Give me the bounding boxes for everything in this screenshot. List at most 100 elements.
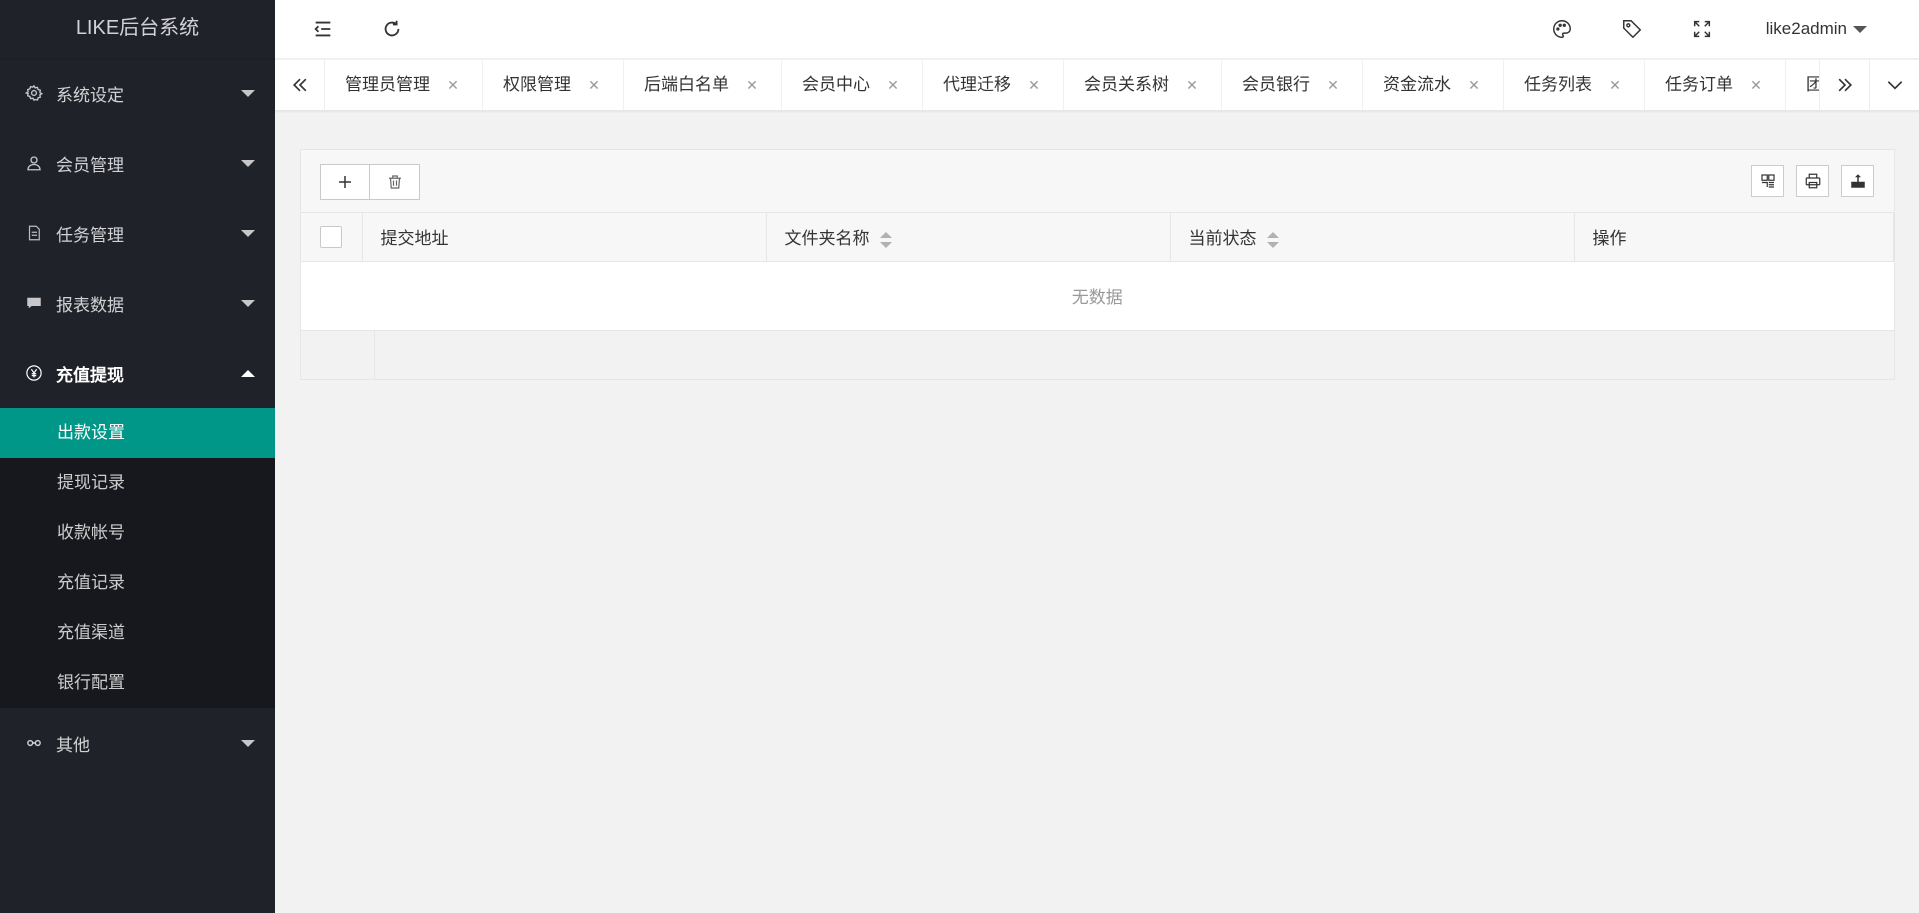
nav-item-report-data[interactable]: 报表数据 [0, 268, 275, 338]
select-all-checkbox[interactable] [320, 225, 343, 248]
tab-0[interactable]: 管理员管理 ✕ [325, 60, 483, 110]
tab-label: 会员银行 [1242, 75, 1310, 94]
export-icon [1850, 174, 1865, 188]
tab-10[interactable]: 团队 [1786, 60, 1819, 110]
sub-item-recharge-channels[interactable]: 充值渠道 [0, 608, 275, 658]
caret-down-icon [241, 300, 255, 307]
close-icon[interactable]: ✕ [1183, 60, 1201, 110]
nav-label: 报表数据 [56, 295, 124, 315]
yen-icon [24, 363, 44, 383]
print-button[interactable] [1796, 165, 1829, 197]
tab-7[interactable]: 资金流水 ✕ [1363, 60, 1504, 110]
tab-5[interactable]: 会员关系树 ✕ [1064, 60, 1222, 110]
tab-9[interactable]: 任务订单 ✕ [1645, 60, 1786, 110]
nav-group-system-settings: 系统设定 [0, 58, 275, 128]
double-chevron-left-icon [292, 78, 306, 92]
app-logo-title[interactable]: LIKE后台系统 [0, 0, 275, 58]
nav-item-system-settings[interactable]: 系统设定 [0, 58, 275, 128]
user-icon [24, 153, 44, 173]
trash-icon [388, 175, 401, 189]
sub-item-receiving-accounts[interactable]: 收款帐号 [0, 508, 275, 558]
column-header-current-status[interactable]: 当前状态 [1170, 213, 1575, 262]
tag-icon [1623, 20, 1642, 39]
close-icon[interactable]: ✕ [884, 60, 902, 110]
theme-palette-icon [1553, 20, 1571, 38]
tag-button[interactable] [1602, 0, 1662, 58]
caret-down-icon [241, 740, 255, 747]
nav-group-task-management: 任务管理 [0, 198, 275, 268]
tab-label: 代理迁移 [943, 75, 1011, 94]
caret-down-icon [241, 230, 255, 237]
close-icon[interactable]: ✕ [1606, 60, 1624, 110]
tab-label: 团队 [1806, 75, 1819, 94]
sub-item-withdraw-records[interactable]: 提现记录 [0, 458, 275, 508]
theme-button[interactable] [1532, 0, 1592, 58]
close-icon[interactable]: ✕ [444, 60, 462, 110]
menu-collapse-icon [314, 21, 331, 37]
chevron-down-icon [1887, 81, 1902, 90]
empty-state: 无数据 [301, 261, 1894, 331]
nav-label: 系统设定 [56, 85, 124, 105]
tab-1[interactable]: 权限管理 ✕ [483, 60, 624, 110]
close-icon[interactable]: ✕ [1465, 60, 1483, 110]
tab-scroll-right-button[interactable] [1819, 60, 1869, 110]
fullscreen-button[interactable] [1672, 0, 1732, 58]
fixed-column-footer [301, 330, 375, 379]
column-label: 当前状态 [1188, 229, 1257, 249]
add-button[interactable] [320, 164, 370, 200]
sort-icon[interactable] [1266, 231, 1279, 248]
tab-bar: 管理员管理 ✕ 权限管理 ✕ 后端白名单 ✕ 会员中心 ✕ 代理迁移 ✕ 会员关系树 ✕ 会员银行 ✕ 资金… [275, 60, 1919, 111]
fullscreen-icon [1693, 20, 1711, 38]
column-label: 操作 [1592, 229, 1627, 249]
toolbar-actions [320, 164, 420, 200]
tab-4[interactable]: 代理迁移 ✕ [923, 60, 1064, 110]
close-icon[interactable]: ✕ [585, 60, 603, 110]
nav-label: 任务管理 [56, 225, 124, 245]
export-button[interactable] [1841, 165, 1874, 197]
menu-collapse-button[interactable] [293, 0, 353, 58]
caret-down-icon [241, 160, 255, 167]
caret-up-icon [241, 370, 255, 377]
nav-label: 会员管理 [56, 155, 124, 175]
nav-group-member-management: 会员管理 [0, 128, 275, 198]
close-icon[interactable]: ✕ [1324, 60, 1342, 110]
tab-3[interactable]: 会员中心 ✕ [782, 60, 923, 110]
tab-8[interactable]: 任务列表 ✕ [1504, 60, 1645, 110]
data-table-panel: 提交地址 文件夹名称 当前状态 操作 无数据 [300, 149, 1895, 380]
tab-scroll-left-button[interactable] [275, 60, 325, 110]
tab-strip: 管理员管理 ✕ 权限管理 ✕ 后端白名单 ✕ 会员中心 ✕ 代理迁移 ✕ 会员关系树 ✕ 会员银行 ✕ 资金… [325, 60, 1819, 110]
nav-item-other[interactable]: 其他 [0, 708, 275, 778]
sub-item-payout-settings[interactable]: 出款设置 [0, 408, 275, 458]
tab-label: 管理员管理 [345, 75, 430, 94]
columns-filter-button[interactable] [1751, 165, 1784, 197]
caret-down-icon [1853, 26, 1867, 34]
nav-label: 充值提现 [56, 365, 124, 385]
nav-item-member-management[interactable]: 会员管理 [0, 128, 275, 198]
chat-icon [24, 293, 44, 313]
delete-button[interactable] [370, 164, 420, 200]
sub-item-recharge-records[interactable]: 充值记录 [0, 558, 275, 608]
tab-6[interactable]: 会员银行 ✕ [1222, 60, 1363, 110]
close-icon[interactable]: ✕ [1025, 60, 1043, 110]
columns-icon [1760, 174, 1775, 188]
nav-group-other: 其他 [0, 708, 275, 778]
tab-label: 任务列表 [1524, 75, 1592, 94]
user-menu[interactable]: like2admin [1766, 0, 1867, 58]
column-label: 提交地址 [380, 229, 449, 249]
tab-label: 会员关系树 [1084, 75, 1169, 94]
tab-label: 会员中心 [802, 75, 870, 94]
table-footer [301, 330, 1894, 379]
nav-item-recharge-withdraw[interactable]: 充值提现 [0, 338, 275, 408]
tab-label: 资金流水 [1383, 75, 1451, 94]
tab-2[interactable]: 后端白名单 ✕ [624, 60, 782, 110]
sort-icon[interactable] [879, 231, 892, 248]
close-icon[interactable]: ✕ [1747, 60, 1765, 110]
refresh-button[interactable] [362, 0, 422, 58]
sidebar: LIKE后台系统 系统设定 会员管理 任务管理 报表数据 充值提现 出款设置 提… [0, 0, 275, 913]
sub-item-bank-config[interactable]: 银行配置 [0, 658, 275, 708]
nav-item-task-management[interactable]: 任务管理 [0, 198, 275, 268]
close-icon[interactable]: ✕ [743, 60, 761, 110]
tab-menu-button[interactable] [1869, 60, 1919, 110]
nav-group-recharge-withdraw: 充值提现 出款设置 提现记录 收款帐号 充值记录 充值渠道 银行配置 [0, 338, 275, 708]
column-header-folder-name[interactable]: 文件夹名称 [766, 213, 1171, 262]
